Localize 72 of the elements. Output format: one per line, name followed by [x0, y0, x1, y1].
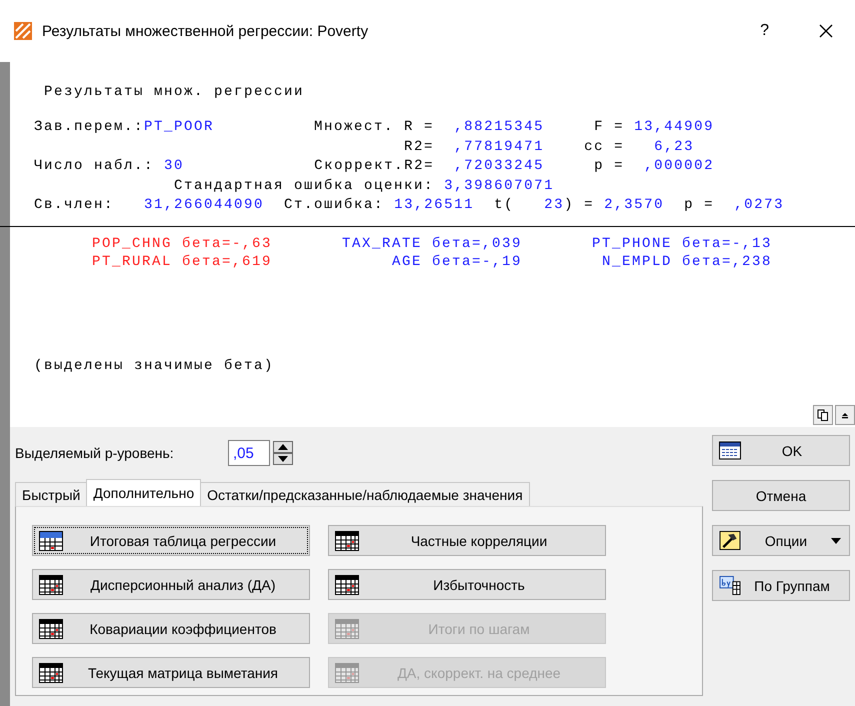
command-button[interactable]: Дисперсионный анализ (ДА): [32, 569, 310, 600]
copy-button[interactable]: [813, 405, 833, 425]
table-icon: [335, 662, 359, 682]
result-value: ,000002: [644, 158, 714, 174]
dropdown-caret-icon: [831, 538, 841, 544]
result-value: 6,23: [654, 138, 694, 154]
result-label: Зав.перем.:: [34, 119, 144, 135]
result-label: ) =: [564, 197, 596, 213]
result-value: ,0273: [734, 197, 784, 213]
result-label: Скоррект.R2=: [313, 158, 436, 174]
p-level-label: Выделяемый р-уровень:: [15, 445, 175, 461]
command-button[interactable]: Текущая матрица выметания: [32, 657, 310, 688]
command-button[interactable]: Ковариации коэффициентов: [32, 613, 310, 644]
result-label: Множест. R =: [313, 119, 436, 135]
beta-text: N_EMPLD бета=,238: [602, 252, 772, 270]
dialog-button[interactable]: Отмена: [712, 480, 850, 511]
result-value: 13,26511: [394, 197, 474, 213]
window-title: Результаты множественной регрессии: Poverty: [42, 22, 370, 40]
close-icon[interactable]: [819, 24, 833, 38]
result-value: ,88215345: [454, 119, 544, 135]
result-value: ,77819471: [454, 138, 544, 154]
result-value: 23: [544, 197, 564, 213]
tab[interactable]: Быстрый: [15, 482, 88, 506]
result-value: 31,266044090: [144, 197, 264, 213]
grouped-table-icon: [719, 576, 741, 595]
collapse-button[interactable]: [835, 405, 855, 425]
result-label: p =: [683, 197, 716, 213]
result-value: 30: [164, 158, 184, 174]
command-button[interactable]: Частные корреляции: [328, 525, 606, 556]
result-label: Ст.ошибка:: [283, 197, 386, 213]
result-label: cc =: [583, 138, 626, 154]
result-value: 13,44909: [634, 119, 714, 135]
table-icon: [39, 618, 63, 638]
result-label: R2=: [403, 138, 436, 154]
beta-text: PT_PHONE бета=-,13: [592, 234, 772, 252]
collapse-icon: [840, 410, 850, 420]
result-label: Св.член:: [34, 197, 116, 213]
dialog-button[interactable]: По Группам: [712, 570, 850, 601]
table-icon: [39, 662, 63, 682]
hammer-icon: [719, 531, 741, 550]
output-heading: Результаты множ. регрессии: [44, 84, 306, 100]
table-icon: [335, 530, 359, 550]
result-label: Число набл.:: [34, 158, 156, 174]
note-text: (выделены значимые бета): [34, 358, 276, 374]
beta-text: AGE бета=-,19: [392, 252, 522, 270]
result-value: PT_POOR: [144, 119, 214, 135]
summary-table-icon: [39, 530, 63, 550]
result-label: F =: [593, 119, 626, 135]
table-icon: [39, 574, 63, 594]
dialog-button[interactable]: OK: [712, 435, 850, 466]
beta-text: TAX_RATE бета=,039: [342, 234, 522, 252]
table-icon: [719, 441, 741, 460]
beta-text: POP_CHNG бета=-,63: [92, 234, 272, 252]
result-label: t(: [493, 197, 516, 213]
dialog-button[interactable]: Опции: [712, 525, 850, 556]
command-button[interactable]: Избыточность: [328, 569, 606, 600]
result-value: ,72033245: [454, 158, 544, 174]
p-level-field[interactable]: ,05: [228, 440, 270, 466]
result-value: 3,398607071: [444, 178, 554, 194]
result-label: Стандартная ошибка оценки:: [173, 178, 436, 194]
copy-icon: [817, 409, 829, 421]
help-button[interactable]: ?: [760, 22, 769, 40]
tab[interactable]: Дополнительно: [86, 479, 202, 506]
result-label: p =: [593, 158, 626, 174]
result-value: 2,3570: [604, 197, 664, 213]
spin-buttons[interactable]: [273, 441, 293, 465]
tab[interactable]: Остатки/предсказанные/наблюдаемые значения: [200, 482, 530, 506]
command-button[interactable]: Итоговая таблица регрессии: [32, 525, 310, 556]
beta-text: PT_RURAL бета=,619: [92, 252, 272, 270]
app-icon: [14, 22, 32, 40]
table-icon: [335, 618, 359, 638]
table-icon: [335, 574, 359, 594]
